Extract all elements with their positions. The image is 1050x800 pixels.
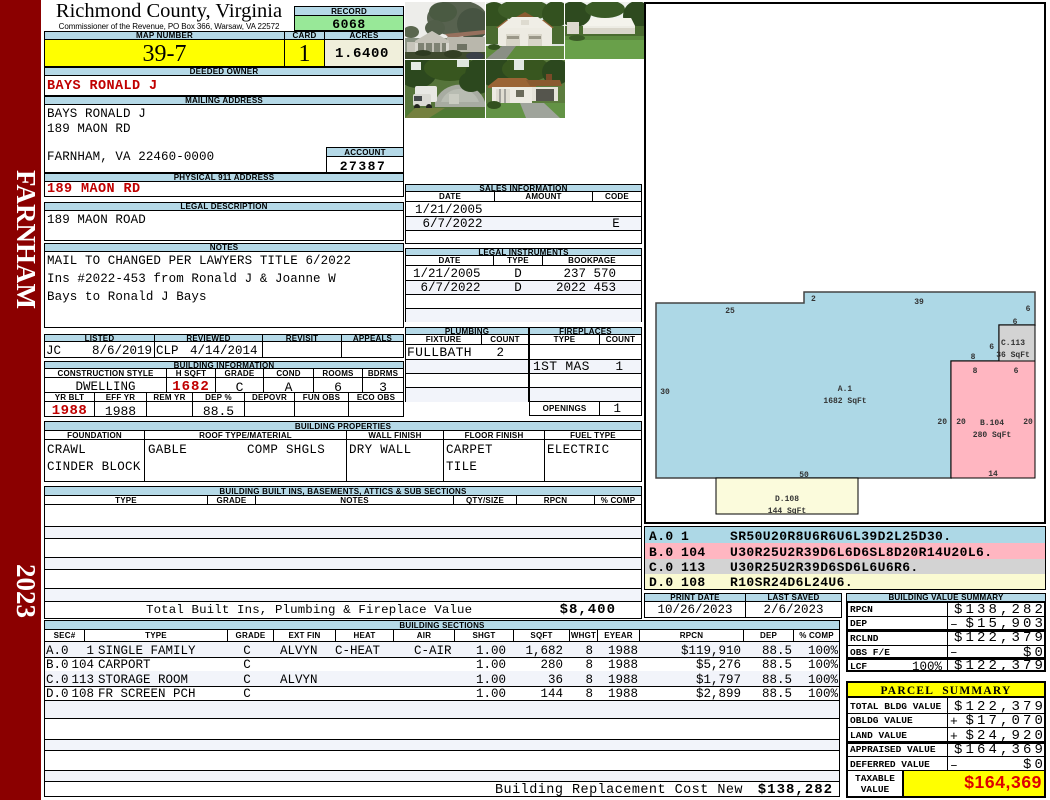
svg-text:14: 14 (988, 470, 998, 479)
svg-text:25: 25 (725, 307, 735, 316)
svg-text:20: 20 (1023, 418, 1033, 427)
svg-text:6: 6 (1014, 367, 1019, 376)
svg-text:144 SqFt: 144 SqFt (768, 507, 807, 516)
svg-text:D.108: D.108 (775, 495, 799, 504)
svg-text:30: 30 (660, 388, 670, 397)
svg-text:8: 8 (971, 353, 976, 362)
svg-text:1682 SqFt: 1682 SqFt (823, 397, 866, 406)
svg-text:C.113: C.113 (1001, 339, 1025, 348)
svg-text:2: 2 (811, 295, 816, 304)
svg-text:6: 6 (1026, 305, 1031, 314)
svg-text:20: 20 (956, 418, 966, 427)
svg-text:39: 39 (914, 298, 924, 307)
svg-text:50: 50 (799, 471, 809, 480)
svg-text:20: 20 (937, 418, 947, 427)
svg-text:36 SqFt: 36 SqFt (996, 351, 1030, 360)
svg-text:8: 8 (973, 367, 978, 376)
svg-text:280 SqFt: 280 SqFt (973, 431, 1012, 440)
svg-text:A.1: A.1 (838, 385, 853, 394)
svg-text:B.104: B.104 (980, 419, 1004, 428)
svg-text:6: 6 (989, 343, 994, 352)
svg-text:6: 6 (1013, 318, 1018, 327)
